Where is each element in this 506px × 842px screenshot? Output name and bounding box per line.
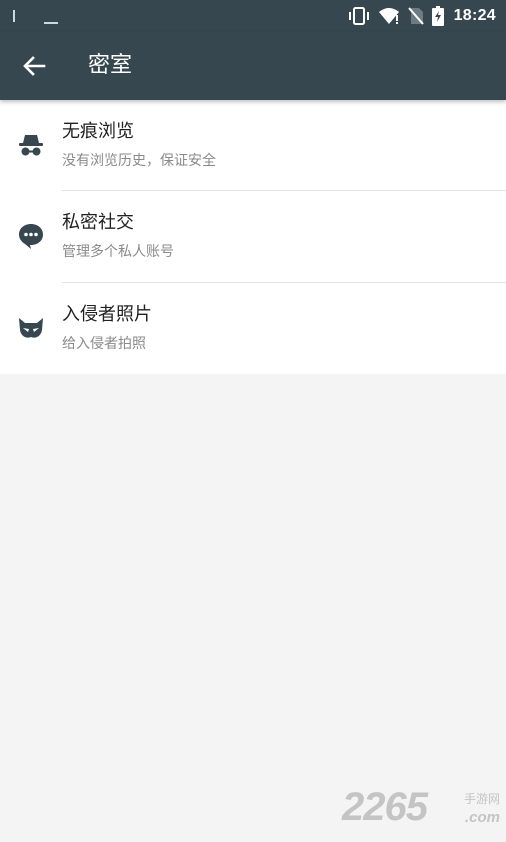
no-sim-icon xyxy=(408,7,424,25)
item-subtitle: 给入侵者拍照 xyxy=(62,336,146,352)
watermark-domain: .com xyxy=(464,809,500,826)
item-title: 私密社交 xyxy=(62,212,134,233)
watermark-text: 手游网 xyxy=(463,792,500,806)
list-item-incognito-browsing[interactable]: 无痕浏览 没有浏览历史，保证安全 xyxy=(0,100,506,191)
clock: 18:24 xyxy=(453,7,496,24)
wifi-icon xyxy=(379,8,399,24)
list-item-intruder-photos[interactable]: 入侵者照片 给入侵者拍照 xyxy=(0,283,506,374)
item-subtitle: 没有浏览历史，保证安全 xyxy=(62,153,216,169)
watermark-number: 2265 xyxy=(342,785,428,829)
status-bar: 18:24 xyxy=(0,0,506,32)
back-button[interactable] xyxy=(18,50,50,82)
item-title: 无痕浏览 xyxy=(62,121,134,142)
list-item-private-social[interactable]: 私密社交 管理多个私人账号 xyxy=(0,191,506,282)
status-icons xyxy=(348,6,444,26)
notification-mark xyxy=(44,22,58,24)
mask-icon xyxy=(19,318,43,338)
item-subtitle: 管理多个私人账号 xyxy=(62,244,174,260)
item-title: 入侵者照片 xyxy=(62,304,152,325)
vibrate-icon xyxy=(349,7,369,25)
chat-bubble-icon xyxy=(19,224,43,249)
battery-charging-icon xyxy=(432,6,444,26)
feature-list: 无痕浏览 没有浏览历史，保证安全 私密社交 管理多个私人账号 入侵者照片 给入侵… xyxy=(0,100,506,374)
arrow-left-icon xyxy=(23,56,46,76)
notification-mark xyxy=(13,10,15,22)
incognito-icon xyxy=(19,135,43,156)
watermark-logo: 2265 手游网 .com xyxy=(342,784,502,834)
app-bar: 密室 xyxy=(0,32,506,100)
page-title: 密室 xyxy=(88,53,133,78)
